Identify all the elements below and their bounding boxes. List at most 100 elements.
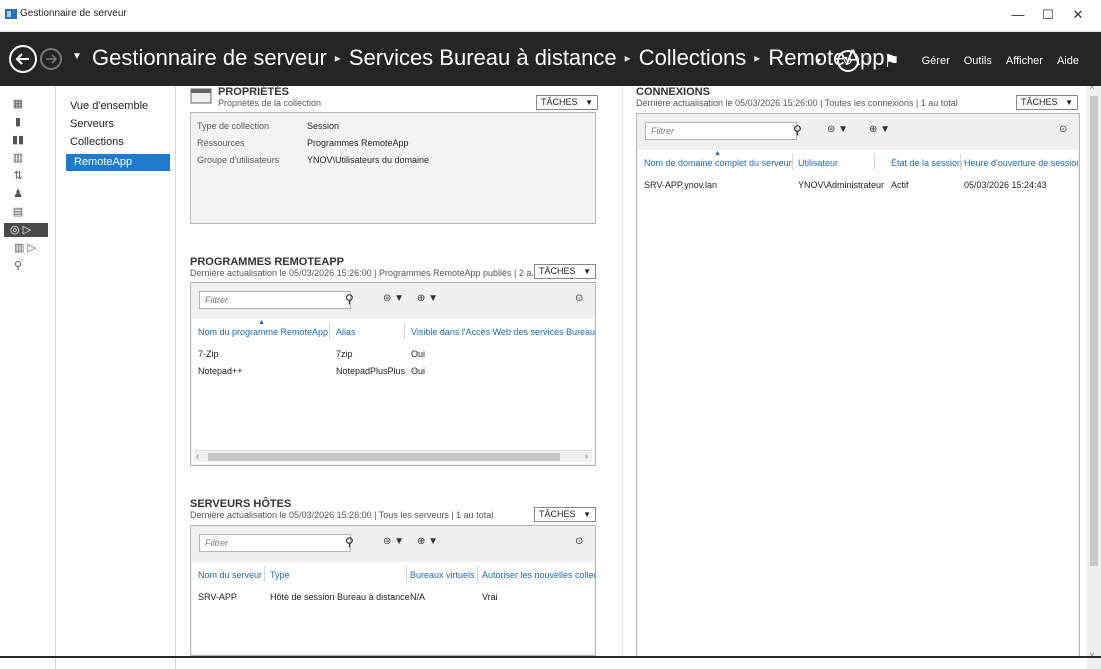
file-services-icon[interactable]: ▥ <box>10 151 26 165</box>
sidebar-item-collections[interactable]: Collections <box>70 136 124 148</box>
title-bar: Gestionnaire de serveur — ☐ ✕ <box>0 0 1101 32</box>
scroll-right-icon[interactable]: › <box>585 451 588 461</box>
table-cell: Hôte de session Bureau à distance <box>270 592 410 602</box>
column-header[interactable]: Nom du programme RemoteApp <box>198 327 328 337</box>
column-header[interactable]: Autoriser les nouvelles collect <box>482 570 596 580</box>
horizontal-scrollbar[interactable]: ‹ › <box>194 450 592 462</box>
table-cell: 7-Zip <box>198 349 219 359</box>
help-menu[interactable]: Aide <box>1057 55 1079 67</box>
forward-button[interactable] <box>40 48 62 70</box>
expand-icon[interactable]: ⊙ <box>575 536 583 547</box>
breadcrumb-item-collections[interactable]: Collections <box>639 45 747 71</box>
scrollbar-thumb[interactable] <box>208 453 560 461</box>
close-button[interactable]: ✕ <box>1067 5 1089 25</box>
properties-title: PROPRIÉTÉS <box>218 86 289 98</box>
refresh-dropdown-icon[interactable]: ▼ <box>814 56 823 66</box>
list-options-icon[interactable]: ⊜ ▼ <box>383 536 404 547</box>
hosts-tasks-button[interactable]: TÂCHES <box>534 507 596 522</box>
column-divider[interactable] <box>792 154 793 170</box>
column-divider[interactable] <box>264 566 265 582</box>
column-header[interactable]: Nom du serveur <box>198 570 262 580</box>
column-header[interactable]: Heure d'ouverture de session <box>964 158 1078 168</box>
server-manager-app-icon <box>5 9 17 19</box>
scroll-up-icon[interactable]: ^ <box>1090 85 1094 94</box>
table-cell: Oui <box>411 349 426 359</box>
table-cell: Oui <box>411 366 426 376</box>
maximize-button[interactable]: ☐ <box>1037 5 1059 25</box>
sidebar-item-servers[interactable]: Serveurs <box>70 118 114 130</box>
connections-list: ▲ Nom de domaine complet du serveur Util… <box>638 150 1078 656</box>
scrollbar-thumb[interactable] <box>1090 96 1098 566</box>
back-arrow-icon <box>15 53 29 65</box>
local-server-icon[interactable]: ▮ <box>10 115 26 129</box>
tools-icon[interactable]: ⚲ <box>10 259 26 273</box>
connections-tasks-button[interactable]: TÂCHES <box>1016 95 1078 110</box>
table-cell: SRV-APP <box>198 592 237 602</box>
table-cell: 05/03/2026 15:24:43 <box>964 180 1047 190</box>
notifications-flag-icon[interactable]: ⚑ <box>883 51 899 72</box>
hosts-filter-input[interactable]: Filtrer <box>199 534 351 552</box>
table-cell: YNOV\Administrateur <box>798 180 885 190</box>
print-icon[interactable]: ▤ <box>10 205 26 219</box>
view-menu[interactable]: Afficher <box>1006 55 1043 67</box>
manage-menu[interactable]: Gérer <box>922 55 950 67</box>
search-icon[interactable]: ⚲ <box>793 123 802 137</box>
column-divider[interactable] <box>404 323 405 339</box>
sort-ascending-icon: ▲ <box>258 319 265 326</box>
table-cell: 7zip <box>336 349 353 359</box>
breadcrumb: Gestionnaire de serveur ▸ Services Burea… <box>92 45 885 71</box>
back-button[interactable] <box>9 45 37 73</box>
connections-filter-input[interactable]: Filtrer <box>645 122 797 140</box>
remoteapp-box: Filtrer ⚲ ⊜ ▼ ⊕ ▼ ⊙ ▲ Nom du programme R… <box>190 282 596 466</box>
save-query-icon[interactable]: ⊕ ▼ <box>417 293 438 304</box>
scroll-left-icon[interactable]: ‹ <box>196 451 199 461</box>
column-header[interactable]: État de la session <box>891 158 962 168</box>
breadcrumb-separator-icon: ▸ <box>754 51 761 65</box>
table-cell: SRV-APP.ynov.lan <box>644 180 718 190</box>
connections-subtitle: Dernière actualisation le 05/03/2026 15:… <box>636 98 958 108</box>
column-divider[interactable] <box>874 154 875 170</box>
table-cell: Actif <box>891 180 909 190</box>
ad-icon[interactable]: ♟ <box>10 187 26 201</box>
column-header[interactable]: Bureaux virtuels <box>410 570 475 580</box>
minimize-button[interactable]: — <box>1007 5 1029 25</box>
column-header[interactable]: Utilisateur <box>798 158 838 168</box>
hosts-title: SERVEURS HÔTES <box>190 498 292 510</box>
properties-tasks-button[interactable]: TÂCHES <box>536 95 598 110</box>
sidebar-item-overview[interactable]: Vue d'ensemble <box>70 100 148 112</box>
sidebar-item-remoteapp[interactable]: RemoteApp <box>66 154 170 171</box>
properties-box: Type de collection Session Ressources Pr… <box>190 112 596 224</box>
vertical-scrollbar[interactable]: ^ v <box>1087 85 1101 669</box>
roles-icon[interactable]: ▥ ▷ <box>10 241 40 255</box>
list-options-icon[interactable]: ⊜ ▼ <box>383 293 404 304</box>
remoteapp-subtitle: Dernière actualisation le 05/03/2026 15:… <box>190 268 539 278</box>
dashboard-icon[interactable]: ▦ <box>10 97 26 111</box>
column-divider[interactable] <box>406 566 407 582</box>
forward-arrow-icon <box>46 54 58 64</box>
column-header[interactable]: Visible dans l'Accès Web des services Bu… <box>411 327 595 337</box>
all-servers-icon[interactable]: ▮▮ <box>10 133 26 147</box>
breadcrumb-item-rds[interactable]: Services Bureau à distance <box>349 45 617 71</box>
column-header[interactable]: Alias <box>336 327 356 337</box>
column-divider[interactable] <box>329 323 330 339</box>
remoteapp-filter-input[interactable]: Filtrer <box>199 291 351 309</box>
search-icon[interactable]: ⚲ <box>345 292 354 306</box>
breadcrumb-item-server-manager[interactable]: Gestionnaire de serveur <box>92 45 327 71</box>
history-dropdown-icon[interactable]: ▼ <box>72 51 82 62</box>
column-divider[interactable] <box>477 566 478 582</box>
refresh-icon[interactable]: ↻ <box>836 50 859 72</box>
list-options-icon[interactable]: ⊜ ▼ <box>827 124 848 135</box>
remoteapp-tasks-button[interactable]: TÂCHES <box>534 264 596 279</box>
column-divider[interactable] <box>960 154 961 170</box>
expand-icon[interactable]: ⊙ <box>575 293 583 304</box>
remote-desktop-services-icon[interactable]: ◎ ▷ <box>4 223 48 237</box>
save-query-icon[interactable]: ⊕ ▼ <box>417 536 438 547</box>
column-header[interactable]: Type <box>270 570 290 580</box>
tools-menu[interactable]: Outils <box>964 55 992 67</box>
remoteapp-title: PROGRAMMES REMOTEAPP <box>190 256 345 268</box>
expand-icon[interactable]: ⊙ <box>1059 124 1067 135</box>
iis-icon[interactable]: ⇅ <box>10 169 26 183</box>
save-query-icon[interactable]: ⊕ ▼ <box>869 124 890 135</box>
search-icon[interactable]: ⚲ <box>345 535 354 549</box>
column-header[interactable]: Nom de domaine complet du serveur <box>644 158 792 168</box>
